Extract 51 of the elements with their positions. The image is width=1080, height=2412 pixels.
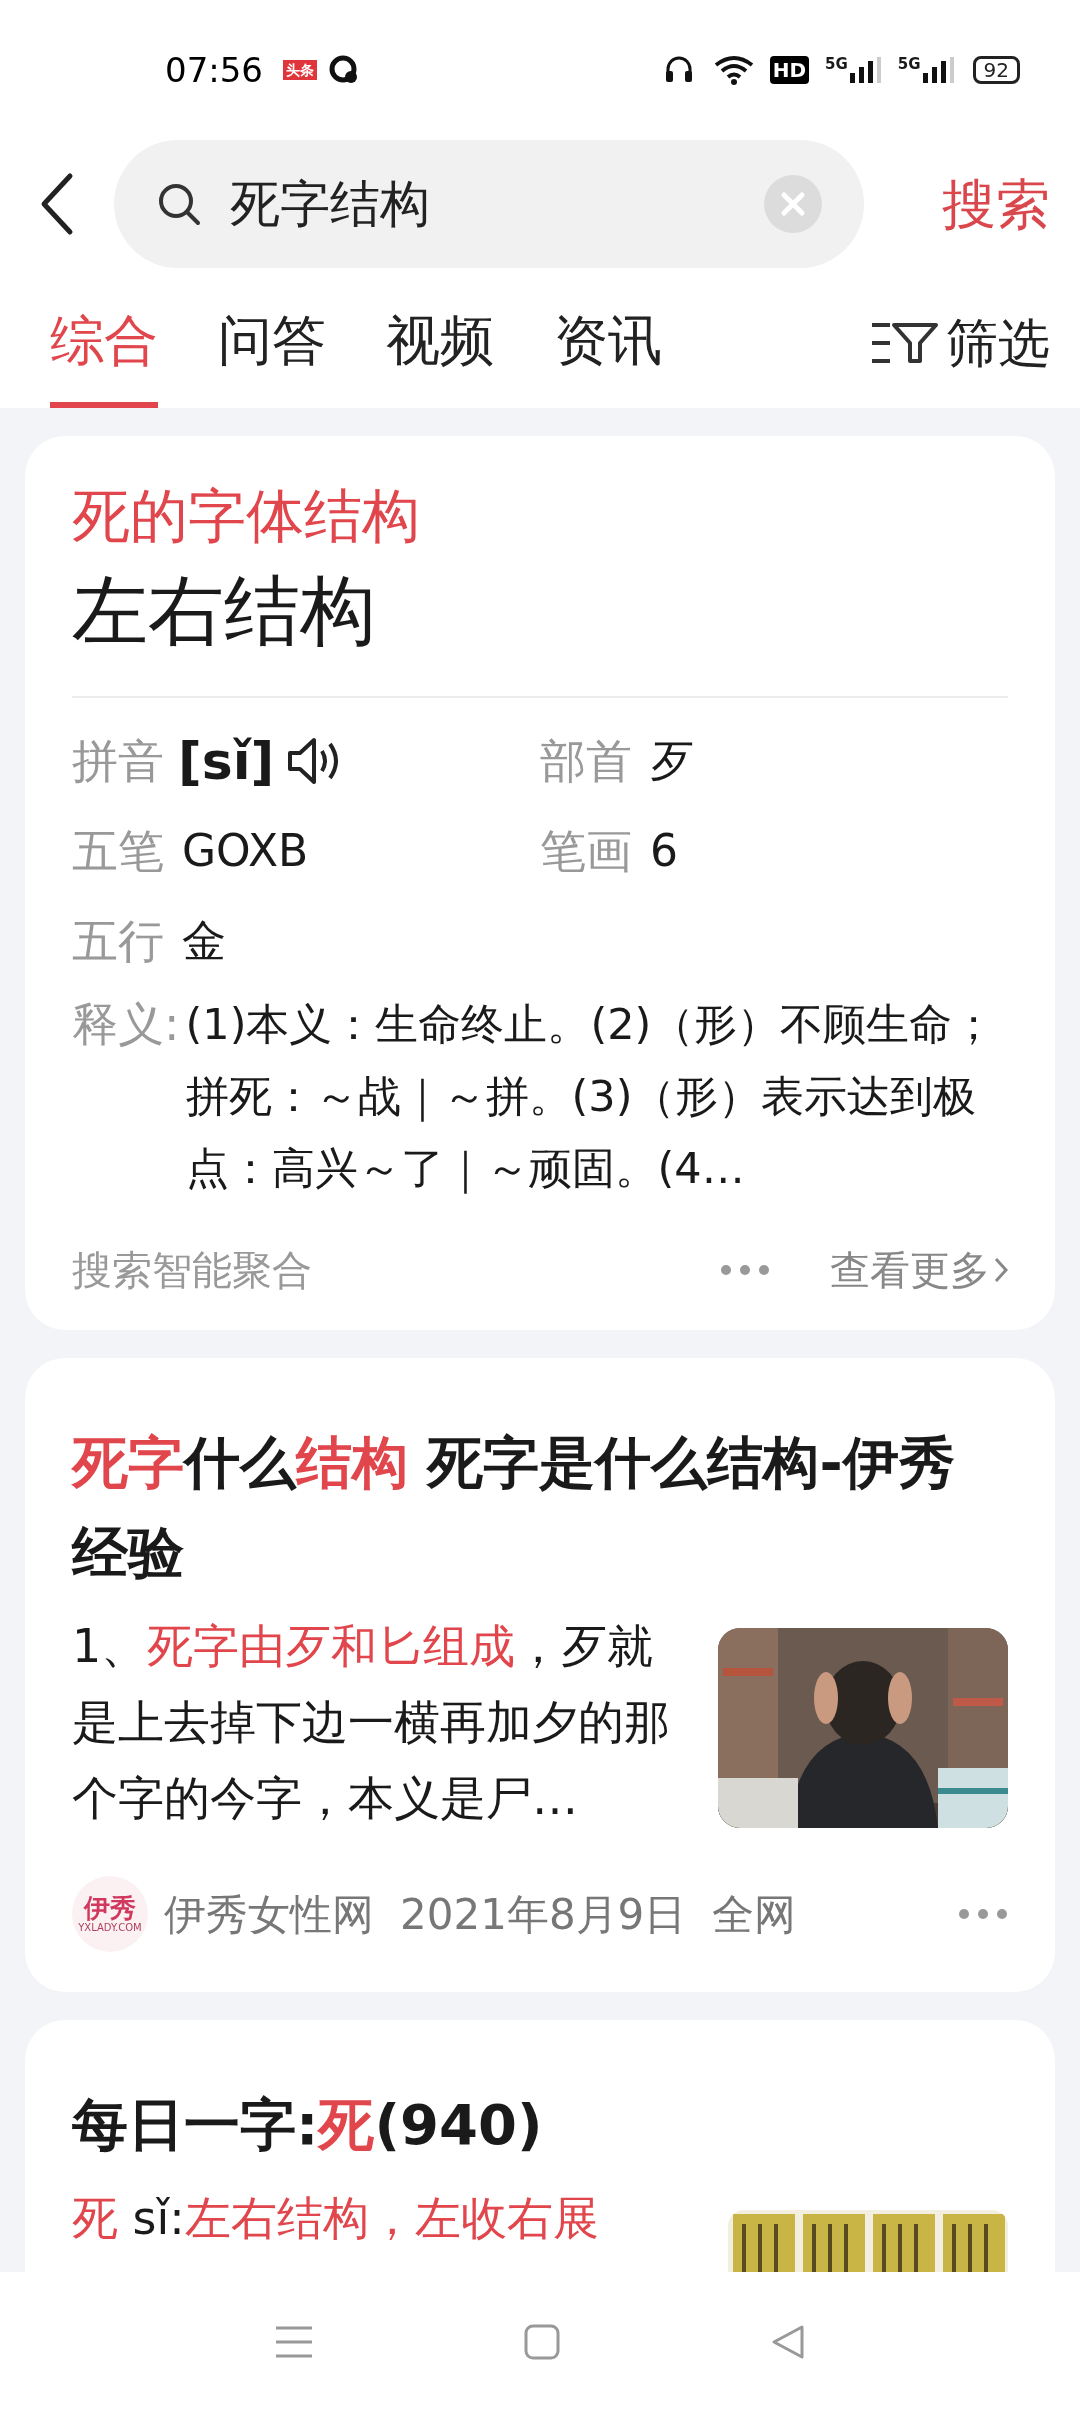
wifi-icon [713, 55, 754, 85]
field-value: GOXB [182, 824, 309, 878]
home-icon[interactable] [524, 2324, 560, 2360]
headphones-icon [663, 55, 694, 85]
field-label: 笔画 [540, 822, 632, 880]
result-snippet: 死 sǐ:左右结构，左收右展 [72, 2191, 599, 2245]
filter-icon [870, 321, 940, 365]
result-card[interactable]: 每日一字:死(940) 死 sǐ:左右结构，左收右展 [25, 2020, 1055, 2272]
field-label: 部首 [540, 732, 632, 790]
search-field[interactable]: 死字结构 [114, 140, 864, 268]
search-icon [156, 181, 202, 227]
more-icon[interactable] [958, 1908, 1008, 1920]
result-date: 2021年8月9日 [400, 1888, 687, 1941]
tab[interactable]: 视频 [386, 278, 494, 408]
view-more-link[interactable]: 查看更多 [830, 1240, 1008, 1300]
field-label: 释义: [72, 996, 180, 1053]
definition-text: (1)本义：生命终止。(2)（形）不顾生命；拼死：～战｜～拼。(3)（形）表示达到极点：高兴～了｜～顽固。(4… [185, 998, 997, 1196]
network-label: 5G [897, 57, 921, 72]
pinyin-value: [sǐ] [178, 730, 275, 793]
result-title: 每日一字:死(940) [72, 2092, 543, 2157]
result-snippet: 1、死字由歹和匕组成，歹就是上去掉下边一横再加夕的那个字的今字，本义是尸… [72, 1619, 670, 1825]
chevron-icon [994, 1257, 1008, 1283]
battery-indicator: 92 [972, 56, 1020, 84]
signal-icon [849, 57, 882, 83]
app-badge: 头条 [283, 60, 317, 80]
field-value: 歹 [650, 734, 694, 788]
back-nav-icon[interactable] [770, 2324, 806, 2360]
hd-badge: HD [769, 56, 810, 84]
field-label: 拼音 [72, 732, 164, 790]
app-icon [329, 55, 359, 85]
status-time: 07:56 [165, 48, 263, 92]
source-name: 伊秀女性网 [164, 1888, 374, 1941]
more-icon[interactable] [720, 1264, 770, 1276]
menu-icon[interactable] [274, 2325, 314, 2359]
result-scope: 全网 [712, 1888, 797, 1941]
result-title: 死字什么结构 死字是什么结构-伊秀经验 [72, 1430, 955, 1585]
structure-answer: 左右结构 [72, 565, 377, 657]
back-icon[interactable] [40, 172, 74, 236]
tab[interactable]: 问答 [218, 278, 326, 408]
filter-button[interactable]: 筛选 [870, 278, 1050, 408]
source-logo: 伊秀 YXLADY.COM [72, 1876, 148, 1952]
tab[interactable]: 资讯 [554, 278, 662, 408]
signal-icon [922, 57, 955, 83]
source-label: 搜索智能聚合 [72, 1246, 312, 1295]
field-value: 6 [650, 824, 678, 878]
field-label: 五行 [72, 912, 164, 970]
card-subtitle: 死的字体结构 [72, 481, 421, 552]
field-value: 金 [182, 914, 226, 968]
search-button[interactable]: 搜索 [942, 163, 1050, 245]
network-label: 5G [825, 57, 848, 72]
field-label: 五笔 [72, 822, 164, 880]
